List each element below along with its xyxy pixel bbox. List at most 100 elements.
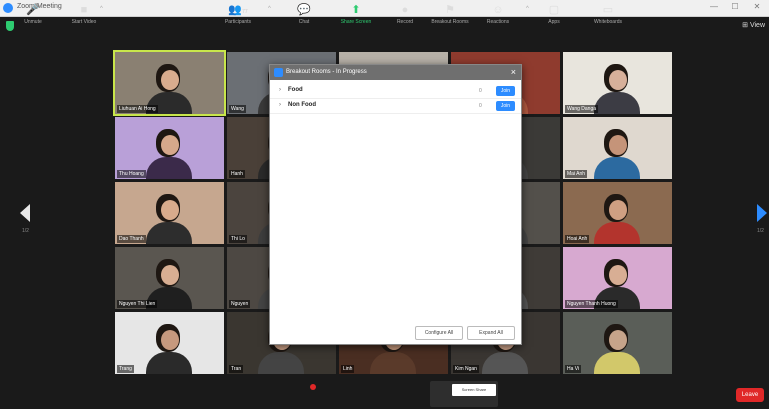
participant-name: Wang	[229, 105, 246, 113]
maximize-button[interactable]: ☐	[728, 2, 742, 11]
view-button[interactable]: ⊞ View	[742, 21, 765, 29]
participant-name: Trang	[117, 365, 134, 373]
participant-face	[608, 135, 627, 155]
room-name: Non Food	[288, 102, 316, 108]
chat-icon: 💬	[297, 4, 311, 16]
room-row-non-food[interactable]: › Non Food 0 Join	[270, 99, 521, 114]
video-options-chevron-icon[interactable]: ^	[100, 6, 103, 12]
camera-icon: ■	[80, 4, 88, 16]
participant-name: Thu Hoang	[117, 170, 146, 178]
participant-video-tile[interactable]: Wang Danga	[563, 52, 672, 114]
room-participant-count: 0	[479, 103, 482, 109]
participant-body	[593, 157, 640, 179]
participant-video-tile[interactable]: Dao Thanh	[115, 182, 224, 244]
participant-name: Linh	[341, 365, 355, 373]
leave-button[interactable]: Leave	[736, 388, 764, 402]
reactions-icon: ☺	[492, 4, 504, 16]
participant-face	[160, 200, 179, 220]
participant-video-tile[interactable]: Ha Vi	[563, 312, 672, 374]
zoom-logo-icon	[3, 3, 13, 13]
zoom-app-icon	[274, 68, 283, 77]
next-page-indicator: 1/2	[757, 228, 764, 234]
participant-name: Liuhuan Ai Hong	[117, 105, 158, 113]
close-window-button[interactable]: ✕	[750, 2, 764, 11]
join-room-button[interactable]: Join	[496, 101, 515, 111]
whiteboard-icon: ▭	[602, 4, 614, 16]
participant-face	[608, 200, 627, 220]
apps-button[interactable]: ▢ Apps	[534, 3, 574, 25]
toolbar-label: Whiteboards	[593, 19, 623, 25]
participant-name: Thi Lo	[229, 235, 247, 243]
participant-body	[369, 352, 416, 374]
participants-options-chevron-icon[interactable]: ^	[268, 6, 271, 12]
breakout-rooms-button[interactable]: ⚑ Breakout Rooms	[430, 3, 470, 25]
participant-name: Hoai Anh	[565, 235, 590, 243]
participant-face	[608, 70, 627, 90]
toolbar-label: Apps	[548, 19, 560, 25]
dialog-close-icon[interactable]: ×	[511, 67, 516, 77]
participant-name: Nguyen Thanh Huong	[565, 300, 618, 308]
toolbar-label: Reactions	[486, 19, 510, 25]
participant-name: Wang Danga	[565, 105, 598, 113]
toolbar-label: Breakout Rooms	[431, 19, 469, 25]
toolbar-label: Record	[396, 19, 414, 25]
room-row-food[interactable]: › Food 0 Join	[270, 84, 521, 99]
apps-icon: ▢	[548, 4, 560, 16]
participant-name: Kim Ngan	[453, 365, 479, 373]
room-name: Food	[288, 87, 303, 93]
participant-video-tile[interactable]: Hoai Anh	[563, 182, 672, 244]
participant-face	[608, 265, 627, 285]
dialog-titlebar: Breakout Rooms - In Progress ×	[270, 65, 521, 80]
participant-body	[593, 352, 640, 374]
next-page-arrow-icon[interactable]	[757, 204, 767, 222]
chevron-right-icon[interactable]: ›	[279, 102, 281, 108]
participant-video-tile[interactable]: Nguyen Thi Lien	[115, 247, 224, 309]
breakout-rooms-icon: ⚑	[445, 4, 455, 16]
participant-name: Ha Vi	[565, 365, 582, 373]
expand-all-button[interactable]: Expand All	[467, 326, 515, 340]
participant-name: Nguyen Thi Lien	[117, 300, 158, 308]
audio-options-chevron-icon[interactable]: ^	[49, 6, 52, 12]
participant-face	[608, 330, 627, 350]
participant-video-tile[interactable]: Liuhuan Ai Hong	[113, 50, 226, 116]
reactions-button[interactable]: ☺ Reactions	[478, 3, 518, 25]
participant-name: Tran	[229, 365, 244, 373]
whiteboards-button[interactable]: ▭ Whiteboards	[588, 3, 628, 25]
screen-share-tooltip: Screen Share	[452, 384, 496, 396]
toolbar-label: Share Screen	[340, 19, 372, 25]
participant-name: Mai Anh	[565, 170, 588, 178]
breakout-options-chevron-icon[interactable]: ^	[526, 6, 529, 12]
chevron-right-icon[interactable]: ›	[279, 87, 281, 93]
participant-body	[593, 222, 640, 244]
participant-body	[593, 92, 640, 114]
participant-video-tile[interactable]: Nguyen Thanh Huong	[563, 247, 672, 309]
participants-icon: 👥	[228, 4, 243, 16]
chat-button[interactable]: 💬 Chat	[284, 3, 324, 25]
participants-count: 77	[242, 9, 248, 15]
participant-video-tile[interactable]: Trang	[115, 312, 224, 374]
minimize-button[interactable]: —	[707, 2, 721, 11]
prev-page-indicator: 1/2	[22, 228, 29, 234]
chat-notification-badge	[310, 384, 316, 390]
share-screen-button[interactable]: ⬆ Share Screen	[336, 3, 376, 25]
meeting-toolbar	[0, 379, 769, 409]
toolbar-label: Unmute	[24, 19, 42, 25]
participant-video-tile[interactable]: Mai Anh	[563, 117, 672, 179]
participant-face	[160, 330, 179, 350]
configure-all-button[interactable]: Configure All	[415, 326, 463, 340]
start-video-button[interactable]: ■ Start Video	[64, 3, 104, 25]
participant-name: Hanh	[229, 170, 245, 178]
participants-button[interactable]: 👥77 Participants	[218, 3, 258, 25]
participant-face	[160, 265, 179, 285]
prev-page-arrow-icon[interactable]	[20, 204, 30, 222]
unmute-button[interactable]: 🎤 Unmute	[13, 3, 53, 25]
participant-video-tile[interactable]: Thu Hoang	[115, 117, 224, 179]
share-screen-icon: ⬆	[351, 4, 361, 16]
join-room-button[interactable]: Join	[496, 86, 515, 96]
toolbar-label: Participants	[224, 19, 252, 25]
microphone-icon: 🎤	[26, 4, 40, 16]
participant-face	[160, 135, 179, 155]
participant-face	[160, 70, 179, 90]
record-button[interactable]: ● Record	[385, 3, 425, 25]
toolbar-label: Start Video	[71, 19, 97, 25]
